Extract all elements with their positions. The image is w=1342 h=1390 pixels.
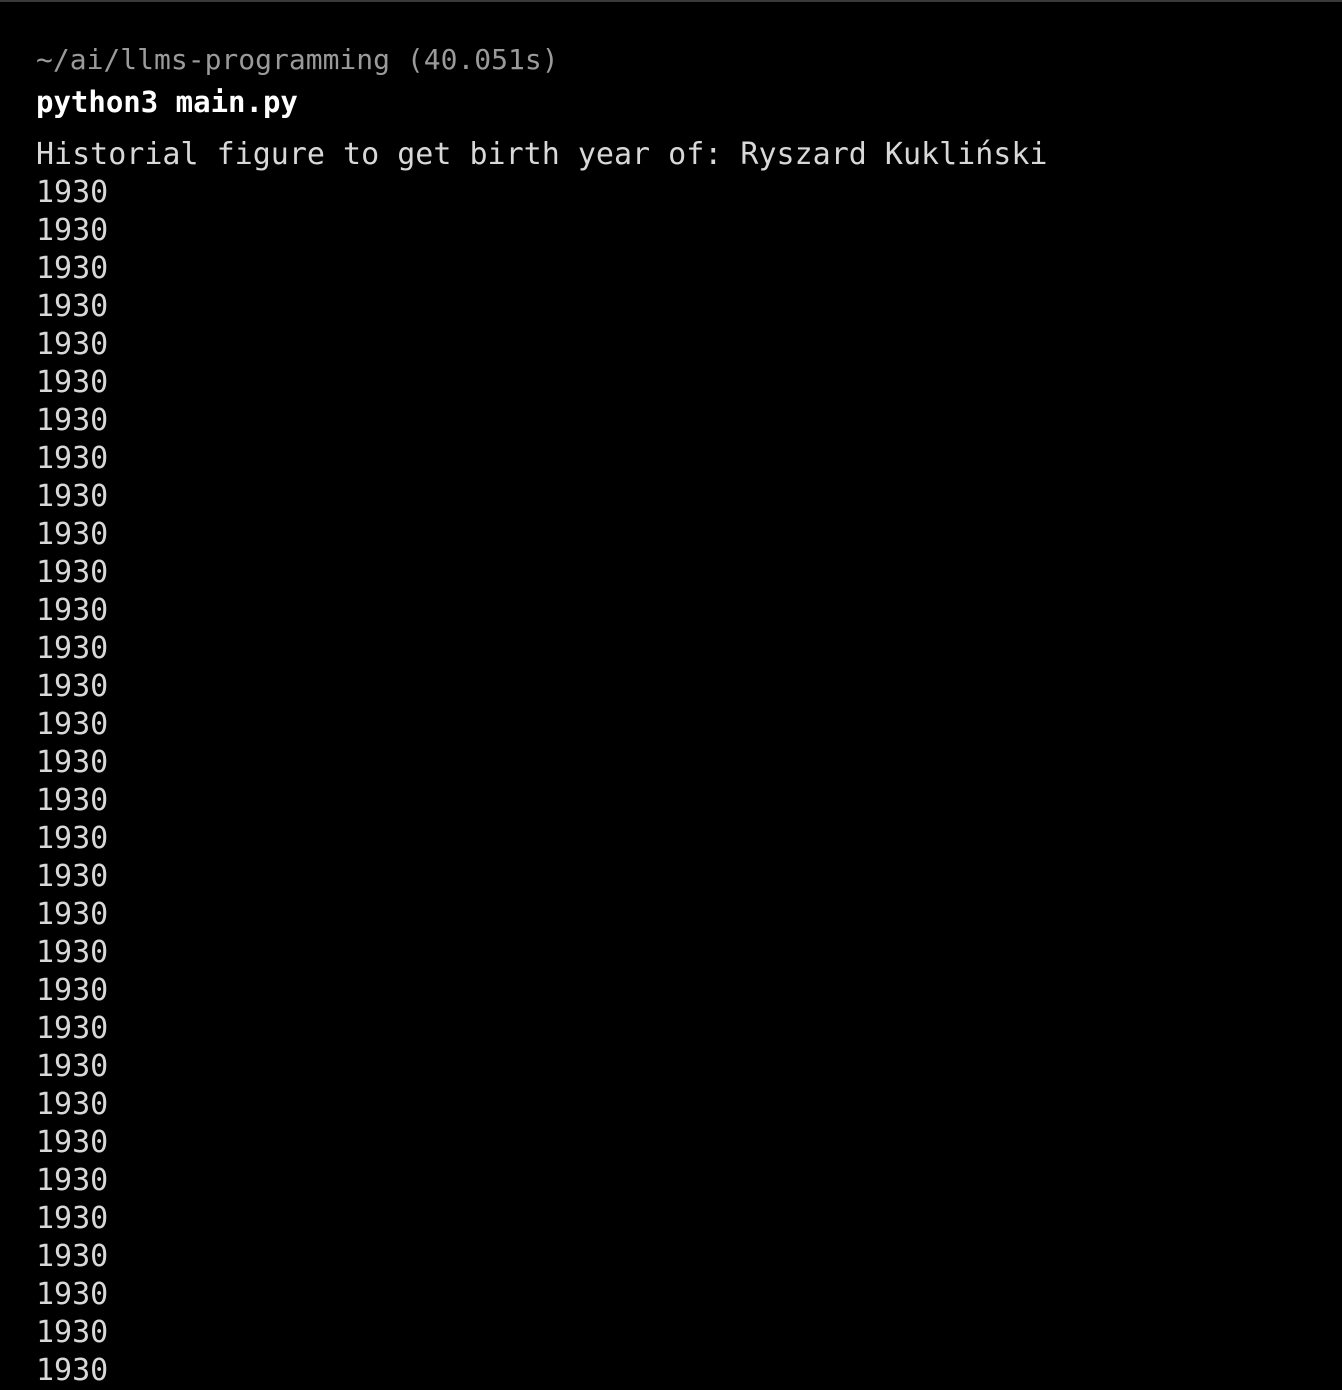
output-line: 1930 (36, 593, 109, 628)
output-line: 1930 (36, 1087, 109, 1122)
prompt-path: ~/ai/llms-programming (36, 43, 391, 76)
output-line: 1930 (36, 1201, 109, 1236)
prompt-header: ~/ai/llms-programming (40.051s) (36, 40, 1342, 80)
output-line: 1930 (36, 669, 109, 704)
output-line: 1930 (36, 1353, 109, 1388)
output-line: 1930 (36, 973, 109, 1008)
command-duration: (40.051s) (406, 43, 559, 76)
output-line: 1930 (36, 1049, 109, 1084)
executed-command: python3 main.py (36, 85, 298, 119)
terminal-output-area[interactable]: ~/ai/llms-programming (40.051s) python3 … (36, 40, 1342, 1388)
output-line: 1930 (36, 745, 109, 780)
window-top-border (0, 0, 1342, 2)
output-line: 1930 (36, 707, 109, 742)
output-line: 1930 (36, 935, 109, 970)
input-value: Ryszard Kukliński (740, 137, 1048, 172)
output-line: 1930 (36, 1315, 109, 1350)
output-line: 1930 (36, 479, 109, 514)
output-line: 1930 (36, 327, 109, 362)
input-prompt-line: Historial figure to get birth year of: R… (36, 136, 1342, 174)
output-line: 1930 (36, 175, 109, 210)
output-line: 1930 (36, 783, 109, 818)
output-line: 1930 (36, 859, 109, 894)
output-line: 1930 (36, 403, 109, 438)
input-prompt-text: Historial figure to get birth year of: (36, 137, 741, 172)
output-line: 1930 (36, 441, 109, 476)
output-lines: 1930 1930 1930 1930 1930 1930 1930 1930 1930 1930… (36, 174, 1342, 1390)
output-line: 1930 (36, 821, 109, 856)
output-line: 1930 (36, 517, 109, 552)
output-line: 1930 (36, 897, 109, 932)
output-line: 1930 (36, 555, 109, 590)
output-line: 1930 (36, 1163, 109, 1198)
output-line: 1930 (36, 365, 109, 400)
output-line: 1930 (36, 213, 109, 248)
output-line: 1930 (36, 1239, 109, 1274)
output-line: 1930 (36, 289, 109, 324)
output-line: 1930 (36, 1277, 109, 1312)
output-line: 1930 (36, 1011, 109, 1046)
output-line: 1930 (36, 631, 109, 666)
output-line: 1930 (36, 251, 109, 286)
output-line: 1930 (36, 1125, 109, 1160)
command-output: Historial figure to get birth year of: R… (36, 136, 1342, 1390)
